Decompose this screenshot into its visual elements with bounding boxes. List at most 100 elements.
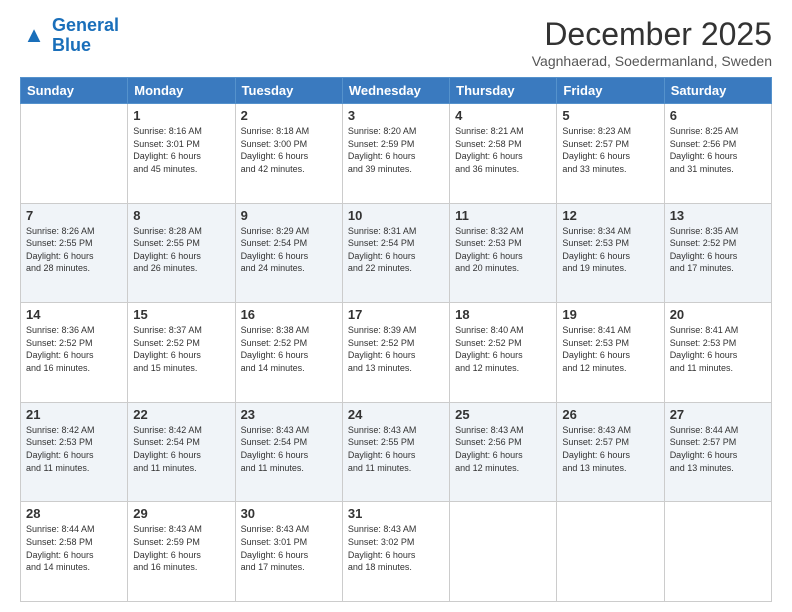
logo: ▲ General Blue [20,16,119,56]
calendar-cell: 7 Sunrise: 8:26 AM Sunset: 2:55 PM Daylig… [21,203,128,303]
day-info: Sunrise: 8:43 AM Sunset: 2:56 PM Dayligh… [455,424,551,474]
day-info: Sunrise: 8:43 AM Sunset: 3:02 PM Dayligh… [348,523,444,573]
day-number: 2 [241,108,337,123]
calendar-cell: 29 Sunrise: 8:43 AM Sunset: 2:59 PM Dayli… [128,502,235,602]
calendar-cell: 15Sunrise: 8:37 AM Sunset: 2:52 PM Dayli… [128,303,235,403]
day-number: 12 [562,208,658,223]
day-info: Sunrise: 8:25 AM Sunset: 2:56 PM Dayligh… [670,125,766,175]
calendar-cell: 24 Sunrise: 8:43 AM Sunset: 2:55 PM Dayli… [342,402,449,502]
day-info: Sunrise: 8:35 AM Sunset: 2:52 PM Dayligh… [670,225,766,275]
calendar-cell: 23Sunrise: 8:43 AM Sunset: 2:54 PM Dayli… [235,402,342,502]
svg-text:▲: ▲ [23,22,45,47]
calendar-cell: 17Sunrise: 8:39 AM Sunset: 2:52 PM Dayli… [342,303,449,403]
day-number: 24 [348,407,444,422]
calendar-cell: 27Sunrise: 8:44 AM Sunset: 2:57 PM Dayli… [664,402,771,502]
calendar-cell: 9Sunrise: 8:29 AM Sunset: 2:54 PM Daylig… [235,203,342,303]
calendar-week-1: 1Sunrise: 8:16 AM Sunset: 3:01 PM Daylig… [21,104,772,204]
calendar-cell: 28 Sunrise: 8:44 AM Sunset: 2:58 PM Dayli… [21,502,128,602]
calendar-cell: 10 Sunrise: 8:31 AM Sunset: 2:54 PM Dayli… [342,203,449,303]
calendar-header-saturday: Saturday [664,78,771,104]
calendar-cell: 19 Sunrise: 8:41 AM Sunset: 2:53 PM Dayli… [557,303,664,403]
day-number: 14 [26,307,122,322]
calendar-week-2: 7 Sunrise: 8:26 AM Sunset: 2:55 PM Daylig… [21,203,772,303]
logo-general: General [52,15,119,35]
day-info: Sunrise: 8:43 AM Sunset: 2:57 PM Dayligh… [562,424,658,474]
day-info: Sunrise: 8:26 AM Sunset: 2:55 PM Dayligh… [26,225,122,275]
title-block: December 2025 Vagnhaerad, Soedermanland,… [532,16,772,69]
day-info: Sunrise: 8:40 AM Sunset: 2:52 PM Dayligh… [455,324,551,374]
day-number: 10 [348,208,444,223]
calendar-cell: 14 Sunrise: 8:36 AM Sunset: 2:52 PM Dayli… [21,303,128,403]
day-info: Sunrise: 8:41 AM Sunset: 2:53 PM Dayligh… [670,324,766,374]
calendar-cell [21,104,128,204]
day-number: 4 [455,108,551,123]
day-number: 11 [455,208,551,223]
calendar-cell [664,502,771,602]
header: ▲ General Blue December 2025 Vagnhaerad,… [20,16,772,69]
day-number: 18 [455,307,551,322]
calendar-cell: 21 Sunrise: 8:42 AM Sunset: 2:53 PM Dayli… [21,402,128,502]
calendar-cell: 18 Sunrise: 8:40 AM Sunset: 2:52 PM Dayli… [450,303,557,403]
day-info: Sunrise: 8:21 AM Sunset: 2:58 PM Dayligh… [455,125,551,175]
day-number: 28 [26,506,122,521]
month-title: December 2025 [532,16,772,53]
day-info: Sunrise: 8:32 AM Sunset: 2:53 PM Dayligh… [455,225,551,275]
day-number: 27 [670,407,766,422]
day-info: Sunrise: 8:29 AM Sunset: 2:54 PM Dayligh… [241,225,337,275]
calendar-header-row: SundayMondayTuesdayWednesdayThursdayFrid… [21,78,772,104]
calendar-cell: 4 Sunrise: 8:21 AM Sunset: 2:58 PM Daylig… [450,104,557,204]
day-info: Sunrise: 8:44 AM Sunset: 2:58 PM Dayligh… [26,523,122,573]
calendar-header-tuesday: Tuesday [235,78,342,104]
calendar-cell: 8 Sunrise: 8:28 AM Sunset: 2:55 PM Daylig… [128,203,235,303]
calendar-cell: 5Sunrise: 8:23 AM Sunset: 2:57 PM Daylig… [557,104,664,204]
calendar-header-monday: Monday [128,78,235,104]
calendar-cell: 3Sunrise: 8:20 AM Sunset: 2:59 PM Daylig… [342,104,449,204]
day-info: Sunrise: 8:42 AM Sunset: 2:54 PM Dayligh… [133,424,229,474]
calendar-header-friday: Friday [557,78,664,104]
calendar-header-sunday: Sunday [21,78,128,104]
day-number: 13 [670,208,766,223]
day-number: 22 [133,407,229,422]
calendar-cell: 12Sunrise: 8:34 AM Sunset: 2:53 PM Dayli… [557,203,664,303]
day-info: Sunrise: 8:31 AM Sunset: 2:54 PM Dayligh… [348,225,444,275]
day-info: Sunrise: 8:28 AM Sunset: 2:55 PM Dayligh… [133,225,229,275]
day-info: Sunrise: 8:42 AM Sunset: 2:53 PM Dayligh… [26,424,122,474]
day-number: 3 [348,108,444,123]
logo-text: General Blue [52,16,119,56]
day-info: Sunrise: 8:23 AM Sunset: 2:57 PM Dayligh… [562,125,658,175]
calendar-cell: 1Sunrise: 8:16 AM Sunset: 3:01 PM Daylig… [128,104,235,204]
day-info: Sunrise: 8:16 AM Sunset: 3:01 PM Dayligh… [133,125,229,175]
day-info: Sunrise: 8:36 AM Sunset: 2:52 PM Dayligh… [26,324,122,374]
calendar-cell [450,502,557,602]
calendar-cell: 30Sunrise: 8:43 AM Sunset: 3:01 PM Dayli… [235,502,342,602]
day-info: Sunrise: 8:37 AM Sunset: 2:52 PM Dayligh… [133,324,229,374]
calendar-cell: 20Sunrise: 8:41 AM Sunset: 2:53 PM Dayli… [664,303,771,403]
calendar-cell: 13 Sunrise: 8:35 AM Sunset: 2:52 PM Dayli… [664,203,771,303]
day-info: Sunrise: 8:43 AM Sunset: 2:55 PM Dayligh… [348,424,444,474]
calendar-cell: 6 Sunrise: 8:25 AM Sunset: 2:56 PM Daylig… [664,104,771,204]
day-info: Sunrise: 8:43 AM Sunset: 2:59 PM Dayligh… [133,523,229,573]
day-number: 6 [670,108,766,123]
day-number: 17 [348,307,444,322]
day-info: Sunrise: 8:18 AM Sunset: 3:00 PM Dayligh… [241,125,337,175]
day-number: 8 [133,208,229,223]
day-number: 31 [348,506,444,521]
day-number: 7 [26,208,122,223]
day-info: Sunrise: 8:41 AM Sunset: 2:53 PM Dayligh… [562,324,658,374]
day-number: 21 [26,407,122,422]
day-number: 16 [241,307,337,322]
page: ▲ General Blue December 2025 Vagnhaerad,… [0,0,792,612]
day-number: 26 [562,407,658,422]
calendar-header-thursday: Thursday [450,78,557,104]
calendar-week-5: 28 Sunrise: 8:44 AM Sunset: 2:58 PM Dayli… [21,502,772,602]
day-number: 29 [133,506,229,521]
calendar-week-3: 14 Sunrise: 8:36 AM Sunset: 2:52 PM Dayli… [21,303,772,403]
day-number: 19 [562,307,658,322]
logo-blue: Blue [52,35,91,55]
calendar-table: SundayMondayTuesdayWednesdayThursdayFrid… [20,77,772,602]
calendar-cell: 2 Sunrise: 8:18 AM Sunset: 3:00 PM Daylig… [235,104,342,204]
calendar-cell: 26 Sunrise: 8:43 AM Sunset: 2:57 PM Dayli… [557,402,664,502]
logo-icon: ▲ [20,22,48,50]
calendar-cell: 11 Sunrise: 8:32 AM Sunset: 2:53 PM Dayli… [450,203,557,303]
day-number: 30 [241,506,337,521]
